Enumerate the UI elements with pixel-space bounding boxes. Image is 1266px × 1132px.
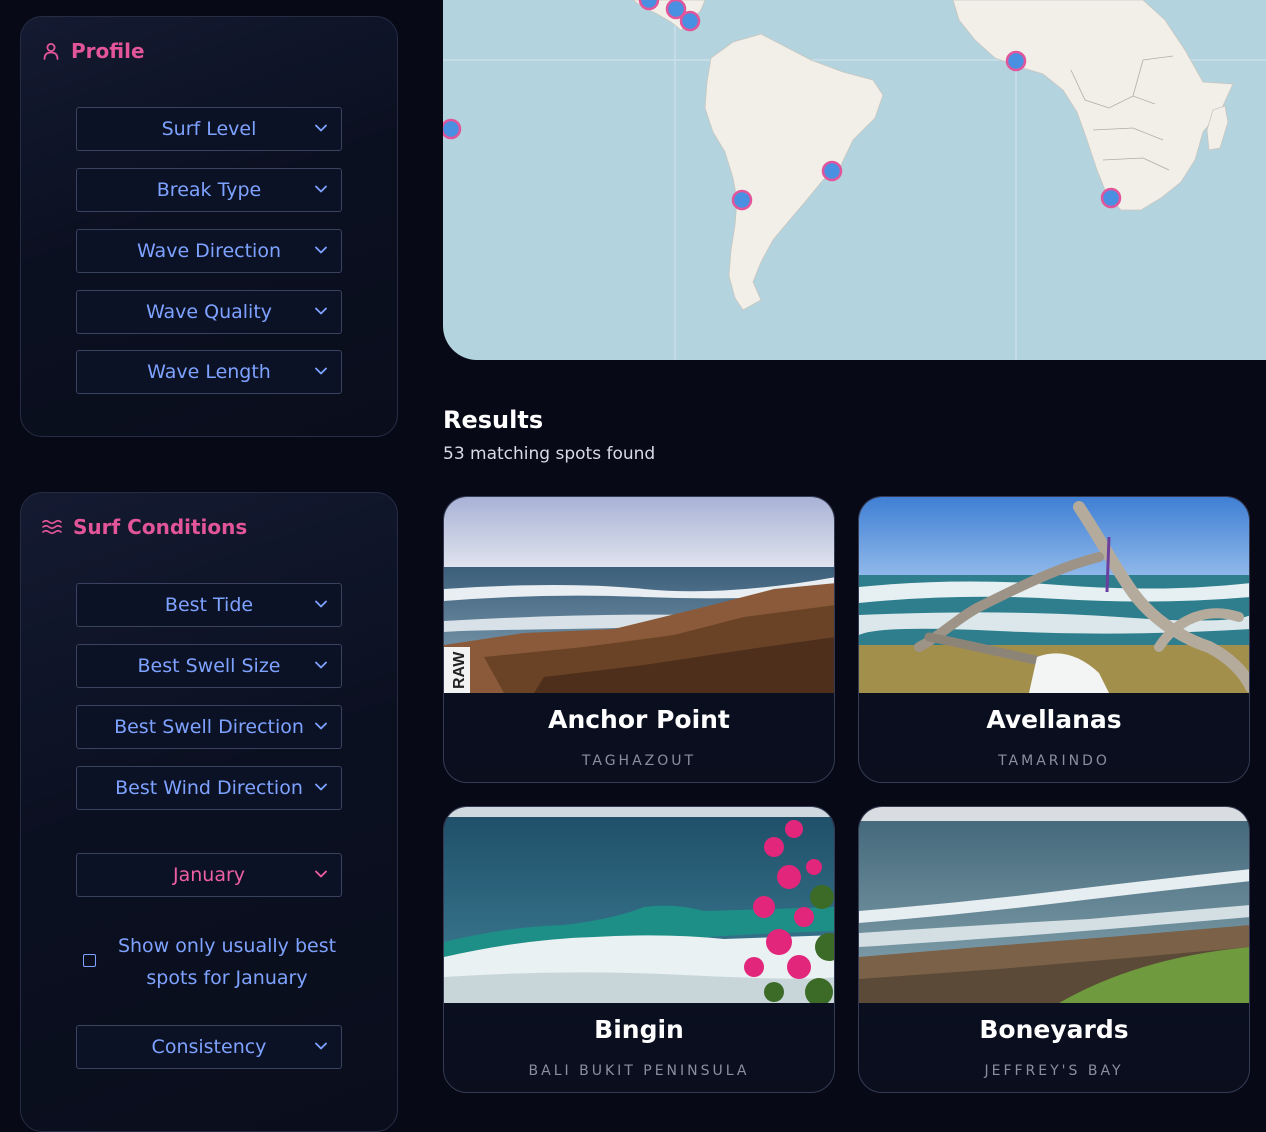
results-title: Results <box>443 406 544 434</box>
chevron-down-icon <box>315 600 327 608</box>
consistency-select-label: Consistency <box>151 1036 267 1058</box>
spot-name: Boneyards <box>979 1015 1129 1044</box>
surf-conditions-panel: Surf Conditions Best Tide Best Swell Siz… <box>20 492 398 1132</box>
map-marker[interactable] <box>731 189 753 211</box>
chevron-down-icon <box>315 124 327 132</box>
chevron-down-icon <box>315 185 327 193</box>
wave-length-select[interactable]: Wave Length <box>76 350 342 394</box>
spot-photo <box>859 497 1249 693</box>
spot-name: Anchor Point <box>548 705 730 734</box>
month-select-label: January <box>172 864 246 886</box>
chevron-down-icon <box>315 246 327 254</box>
waves-icon <box>42 519 62 535</box>
best-swell-direction-select-label: Best Swell Direction <box>114 716 304 738</box>
best-tide-select-label: Best Tide <box>164 594 254 616</box>
surf-spots-map[interactable] <box>443 0 1266 360</box>
map-marker[interactable] <box>821 160 843 182</box>
user-icon <box>43 43 59 60</box>
best-wind-direction-select[interactable]: Best Wind Direction <box>76 766 342 810</box>
best-swell-size-select-label: Best Swell Size <box>137 655 281 677</box>
break-type-select[interactable]: Break Type <box>76 168 342 212</box>
map-canvas[interactable] <box>443 0 1266 360</box>
spot-card-avellanas[interactable]: Avellanas TAMARINDO <box>858 496 1250 783</box>
wave-length-select-label: Wave Length <box>147 361 271 383</box>
map-marker[interactable] <box>1005 50 1027 72</box>
best-swell-direction-select[interactable]: Best Swell Direction <box>76 705 342 749</box>
surf-level-select[interactable]: Surf Level <box>76 107 342 151</box>
chevron-down-icon <box>315 307 327 315</box>
best-swell-size-select[interactable]: Best Swell Size <box>76 644 342 688</box>
best-spots-checkbox-row: Show only usually best spots for January <box>81 930 381 994</box>
wave-direction-select[interactable]: Wave Direction <box>76 229 342 273</box>
chevron-down-icon <box>315 870 327 878</box>
spot-name: Bingin <box>594 1015 684 1044</box>
profile-panel: Profile Surf Level Break Type Wave Direc… <box>20 16 398 437</box>
spot-photo <box>859 807 1249 1003</box>
map-marker[interactable] <box>1100 187 1122 209</box>
spot-name: Avellanas <box>986 705 1122 734</box>
map-marker[interactable] <box>443 118 462 140</box>
best-spots-checkbox-label[interactable]: Show only usually best spots for January <box>111 930 343 994</box>
map-marker[interactable] <box>638 0 660 11</box>
best-wind-direction-select-label: Best Wind Direction <box>115 777 303 799</box>
chevron-down-icon <box>315 722 327 730</box>
wave-direction-select-label: Wave Direction <box>136 240 282 262</box>
map-marker[interactable] <box>679 10 701 32</box>
spot-photo: RAW <box>444 497 834 693</box>
results-count: 53 matching spots found <box>443 444 656 464</box>
consistency-select[interactable]: Consistency <box>76 1025 342 1069</box>
spot-card-anchor-point[interactable]: RAW Anchor Point TAGHAZOUT <box>443 496 835 783</box>
spot-location: TAMARINDO <box>998 753 1110 769</box>
surf-conditions-panel-title: Surf Conditions <box>41 515 247 539</box>
spot-card-boneyards[interactable]: Boneyards JEFFREY'S BAY <box>858 806 1250 1093</box>
wave-quality-select[interactable]: Wave Quality <box>76 290 342 334</box>
profile-title-text: Profile <box>71 39 145 63</box>
chevron-down-icon <box>315 783 327 791</box>
chevron-down-icon <box>315 1042 327 1050</box>
spot-location: JEFFREY'S BAY <box>984 1063 1124 1079</box>
chevron-down-icon <box>315 661 327 669</box>
spot-location: BALI BUKIT PENINSULA <box>528 1063 750 1079</box>
profile-panel-title: Profile <box>41 39 145 63</box>
spot-card-bingin[interactable]: Bingin BALI BUKIT PENINSULA <box>443 806 835 1093</box>
chevron-down-icon <box>315 367 327 375</box>
photo-overlay-text: RAW <box>451 651 468 689</box>
best-spots-checkbox[interactable] <box>83 954 96 967</box>
surf-conditions-title-text: Surf Conditions <box>73 515 248 539</box>
spot-location: TAGHAZOUT <box>581 753 697 769</box>
best-tide-select[interactable]: Best Tide <box>76 583 342 627</box>
break-type-select-label: Break Type <box>156 179 262 201</box>
wave-quality-select-label: Wave Quality <box>145 301 273 323</box>
surf-level-select-label: Surf Level <box>161 118 257 140</box>
spot-photo <box>444 807 834 1003</box>
month-select[interactable]: January <box>76 853 342 897</box>
